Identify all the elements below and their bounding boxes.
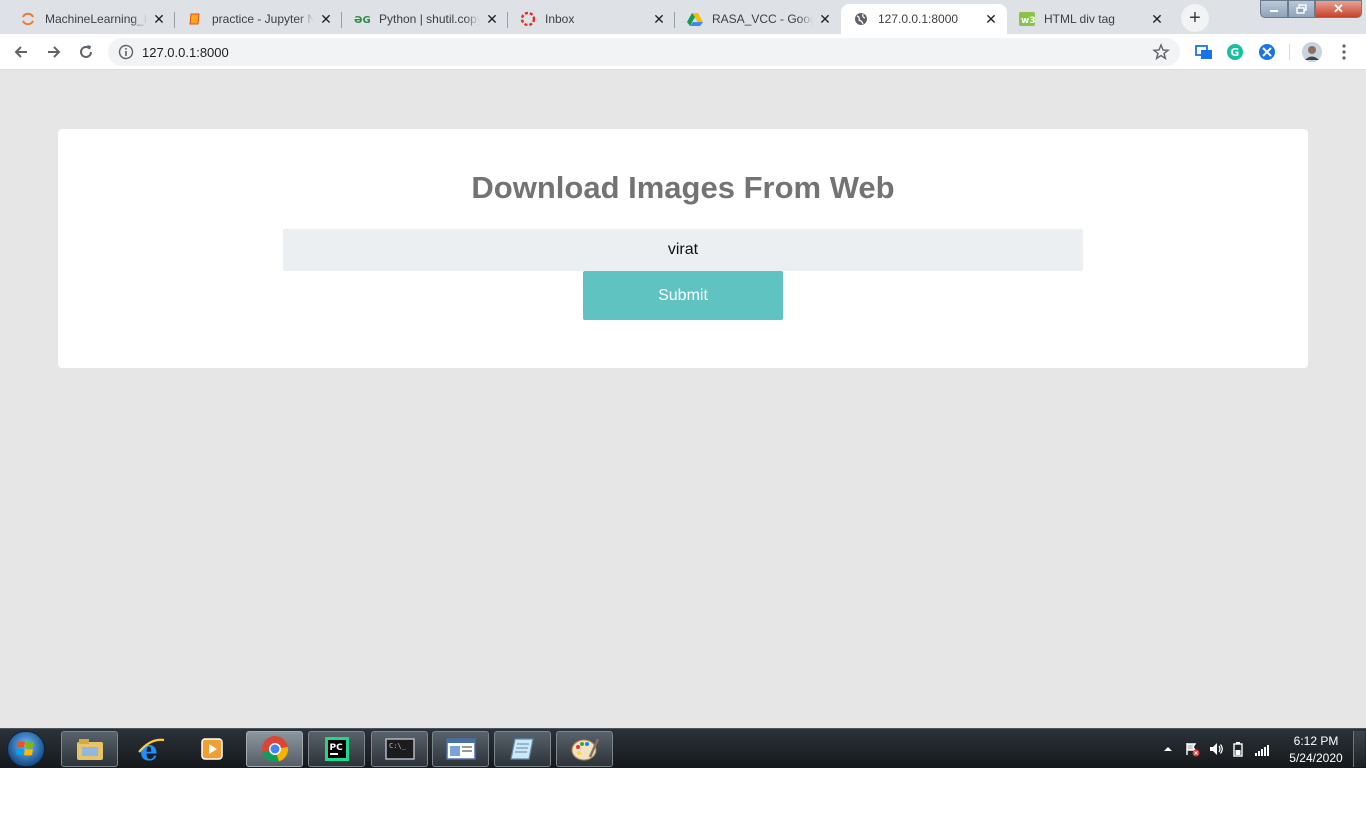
tab-machinelearning[interactable]: MachineLearning_P ✕ [8, 4, 175, 34]
windows-taskbar: e PC C:\_ 6:12 PM 5/24/2020 [0, 728, 1366, 768]
tab-html-div-tag[interactable]: w3 HTML div tag ✕ [1007, 4, 1173, 34]
tab-localhost[interactable]: 127.0.0.1:8000 ✕ [841, 4, 1007, 34]
close-icon[interactable]: ✕ [651, 11, 667, 27]
page-title: Download Images From Web [471, 170, 895, 205]
taskbar-internet-explorer[interactable]: e [122, 731, 179, 767]
svg-text:ƏG: ƏG [354, 15, 370, 25]
address-bar[interactable]: 127.0.0.1:8000 [108, 38, 1180, 66]
command-prompt-icon: C:\_ [384, 738, 415, 760]
notebook-icon [187, 11, 203, 27]
jupyter-icon [20, 11, 36, 27]
taskbar-pycharm[interactable]: PC [308, 731, 365, 767]
window-close-button[interactable]: ✕ [1315, 0, 1362, 18]
google-drive-icon [687, 11, 703, 27]
download-card: Download Images From Web Submit [58, 129, 1308, 368]
bookmark-star-icon[interactable] [1152, 43, 1170, 61]
system-tray [1160, 729, 1270, 769]
pycharm-icon: PC [324, 737, 349, 761]
tab-title: 127.0.0.1:8000 [878, 12, 959, 26]
close-icon[interactable]: ✕ [817, 11, 833, 27]
taskbar-notepad[interactable] [494, 731, 551, 767]
start-button[interactable] [7, 731, 45, 767]
minimize-icon [1270, 10, 1278, 12]
globe-icon [853, 11, 869, 27]
close-icon[interactable]: ✕ [318, 11, 334, 27]
submit-button[interactable]: Submit [583, 271, 783, 320]
show-hidden-icons-icon[interactable] [1160, 741, 1176, 757]
minimize-button[interactable] [1260, 0, 1288, 18]
windows-logo-icon [16, 741, 34, 756]
reload-button[interactable] [74, 40, 98, 64]
network-signal-icon[interactable] [1254, 741, 1270, 757]
svg-text:w3: w3 [1021, 16, 1035, 26]
new-tab-button[interactable]: + [1181, 4, 1209, 32]
tab-title: Python | shutil.copy [379, 12, 480, 26]
info-icon[interactable] [118, 44, 134, 60]
internet-explorer-icon: e [137, 734, 164, 764]
taskbar-clock[interactable]: 6:12 PM 5/24/2020 [1280, 733, 1352, 767]
arrow-left-icon [14, 46, 27, 58]
address-url: 127.0.0.1:8000 [142, 45, 229, 60]
tab-title: MachineLearning_P [45, 12, 147, 26]
svg-text:C:\_: C:\_ [389, 742, 407, 750]
back-button[interactable] [9, 40, 33, 64]
tab-rasa-vcc[interactable]: RASA_VCC - Googl ✕ [675, 4, 841, 34]
w3schools-icon: w3 [1019, 11, 1035, 27]
tab-title: practice - Jupyter N [212, 12, 314, 26]
grammarly-icon[interactable]: G [1226, 43, 1244, 61]
avatar[interactable] [1302, 42, 1322, 62]
close-icon[interactable]: ✕ [151, 11, 167, 27]
taskbar-command-prompt[interactable]: C:\_ [371, 731, 428, 767]
window-icon [445, 738, 476, 760]
search-input[interactable] [283, 229, 1083, 271]
taskbar-paint[interactable] [556, 731, 613, 767]
close-icon[interactable]: ✕ [983, 11, 999, 27]
screen: MachineLearning_P ✕ practice - Jupyter N… [0, 0, 1366, 768]
close-icon[interactable]: ✕ [1149, 11, 1165, 27]
tab-strip: MachineLearning_P ✕ practice - Jupyter N… [0, 0, 1366, 34]
clock-time: 6:12 PM [1293, 734, 1339, 748]
volume-icon[interactable] [1208, 741, 1224, 757]
extension-icon[interactable] [1258, 43, 1276, 61]
clock-date: 5/24/2020 [1289, 751, 1343, 765]
tab-title: Inbox [545, 12, 575, 26]
cast-extension-icon[interactable] [1195, 43, 1213, 61]
media-player-icon [200, 738, 223, 760]
plus-icon: + [1189, 6, 1201, 29]
taskbar-explorer[interactable] [61, 731, 118, 767]
paint-icon [571, 738, 599, 761]
toolbar-divider [1289, 44, 1290, 60]
close-icon: ✕ [1333, 1, 1344, 16]
battery-icon[interactable] [1232, 741, 1244, 757]
taskbar-media-player[interactable] [183, 731, 240, 767]
close-icon[interactable]: ✕ [484, 11, 500, 27]
chrome-icon [261, 736, 288, 763]
taskbar-chrome[interactable] [246, 731, 303, 767]
notepad-icon [509, 738, 534, 760]
geeksforgeeks-icon: ƏG [354, 11, 370, 27]
show-desktop-button[interactable] [1353, 731, 1365, 767]
inbox-icon [520, 11, 536, 27]
tab-title: RASA_VCC - Googl [712, 12, 813, 26]
restore-button[interactable] [1288, 0, 1315, 18]
arrow-right-icon [48, 46, 61, 58]
tab-python-shutil[interactable]: ƏG Python | shutil.copy ✕ [342, 4, 508, 34]
tab-practice-jupyter[interactable]: practice - Jupyter N ✕ [175, 4, 342, 34]
tab-title: HTML div tag [1044, 12, 1115, 26]
taskbar-window[interactable] [432, 731, 489, 767]
reload-icon [80, 45, 92, 58]
restore-icon [1295, 4, 1307, 14]
action-center-flag-icon[interactable] [1184, 741, 1200, 757]
svg-text:PC: PC [329, 743, 343, 753]
forward-button[interactable] [42, 40, 66, 64]
tab-inbox[interactable]: Inbox ✕ [508, 4, 675, 34]
more-menu-icon[interactable] [1335, 43, 1353, 61]
svg-text:G: G [1230, 46, 1239, 59]
windows-explorer-icon [76, 739, 103, 760]
browser-toolbar: 127.0.0.1:8000 G [0, 34, 1366, 70]
